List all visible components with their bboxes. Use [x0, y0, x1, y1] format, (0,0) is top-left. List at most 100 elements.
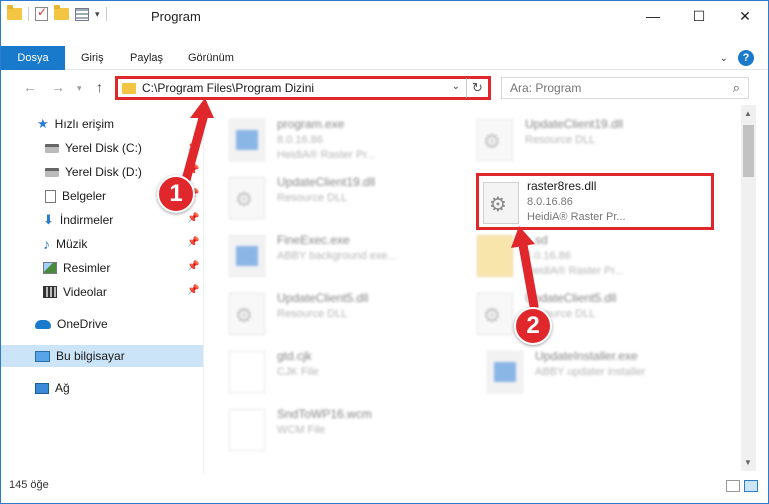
back-arrow-icon[interactable]: ← — [23, 79, 37, 95]
list-item[interactable]: UpdateClient19.dll Resource DLL — [471, 111, 711, 171]
star-icon: ★ — [37, 116, 49, 131]
address-path[interactable]: C:\Program Files\Program Dizini — [142, 81, 314, 95]
exe-file-icon — [229, 119, 265, 161]
sidebar-item-label: Videolar — [63, 285, 107, 299]
file-version: 8.0.16.86 — [277, 134, 323, 146]
file-name: UpdateClient19.dll — [277, 175, 376, 189]
search-icon: ⌕ — [732, 80, 740, 95]
pin-icon[interactable]: 📌 — [187, 237, 199, 248]
file-name: gtd.cjk — [277, 349, 312, 363]
file-description: ABBY updater installer — [535, 366, 646, 378]
pin-icon[interactable]: 📌 — [187, 141, 199, 152]
file-name: SndToWP16.wcm — [277, 407, 372, 421]
file-name: UpdateInstaller.exe — [535, 349, 638, 363]
file-type: CJK File — [277, 366, 319, 378]
pin-icon[interactable]: 📌 — [187, 213, 199, 224]
file-name: FineExec.exe — [277, 233, 350, 247]
window-controls: — ☐ ✕ — [630, 1, 768, 31]
address-bar[interactable]: C:\Program Files\Program Dizini ⌄ ↻ — [115, 76, 491, 100]
file-type: WCM File — [277, 424, 326, 436]
tiles-view-icon[interactable] — [744, 480, 758, 492]
list-item[interactable]: UpdateInstaller.exe ABBY updater install… — [481, 343, 721, 403]
properties-icon[interactable] — [75, 7, 89, 21]
exe-file-icon — [487, 351, 523, 393]
file-name: UpdateClient5.dll — [525, 291, 617, 305]
scroll-down-arrow-icon[interactable]: ▼ — [744, 458, 752, 467]
generic-file-icon — [229, 409, 265, 451]
tab-file[interactable]: Dosya — [1, 46, 65, 70]
details-view-icon[interactable] — [726, 480, 740, 492]
sidebar-item-network[interactable]: Ağ — [1, 377, 203, 399]
download-icon: ⬇ — [43, 212, 54, 227]
file-version: 8.0.16.86 — [525, 250, 571, 262]
pin-icon[interactable]: 📌 — [187, 165, 199, 176]
sidebar-item-this-pc[interactable]: Bu bilgisayar — [1, 345, 203, 367]
new-folder-icon[interactable] — [54, 5, 69, 20]
scrollbar-thumb[interactable] — [743, 125, 754, 177]
list-item[interactable]: SndToWP16.wcm WCM File — [223, 401, 463, 461]
search-input[interactable] — [502, 78, 712, 98]
list-item[interactable]: gtd.cjk CJK File — [223, 343, 463, 403]
pin-icon[interactable]: 📌 — [187, 285, 199, 296]
list-item[interactable]: ...sd 8.0.16.86 HeidiA® Raster Pr... — [471, 227, 711, 287]
help-button[interactable]: ? — [738, 50, 754, 66]
dll-file-icon — [229, 293, 265, 335]
properties-check-icon[interactable] — [35, 5, 48, 21]
file-type: Resource DLL — [277, 192, 348, 204]
file-name: UpdateClient5.dll — [277, 291, 369, 305]
pane-divider[interactable] — [203, 103, 204, 473]
address-dropdown-chevron-icon[interactable]: ⌄ — [452, 81, 460, 92]
sidebar-item-label: Bu bilgisayar — [56, 349, 125, 363]
ribbon-tabs: Dosya Giriş Paylaş Görünüm ⌄ ? — [1, 46, 768, 70]
list-item[interactable]: FineExec.exe ABBY background exe... — [223, 227, 463, 287]
folder-icon — [122, 83, 136, 94]
sidebar-item-videos[interactable]: Videolar 📌 — [1, 281, 203, 303]
sidebar-item-label: Müzik — [56, 237, 88, 251]
step-badge-1: 1 — [157, 175, 195, 213]
title-bar: ▾ Program — ☐ ✕ — [1, 1, 768, 32]
video-icon — [43, 286, 57, 298]
tab-view[interactable]: Görünüm — [188, 46, 234, 70]
recent-locations-chevron-icon[interactable]: ▾ — [77, 83, 82, 94]
computer-icon — [35, 350, 50, 362]
vertical-scrollbar[interactable]: ▲ ▼ — [741, 105, 756, 471]
drive-icon — [45, 143, 59, 153]
refresh-icon[interactable]: ↻ — [466, 78, 488, 98]
network-icon — [35, 382, 49, 394]
file-name: UpdateClient19.dll — [525, 117, 624, 131]
sidebar-item-music[interactable]: ♪ Müzik 📌 — [1, 233, 203, 255]
sidebar-item-pictures[interactable]: Resimler 📌 — [1, 257, 203, 279]
highlighted-file-raster8res[interactable]: raster8res.dll 8.0.16.86 HeidiA® Raster … — [476, 173, 714, 230]
list-item[interactable]: program.exe 8.0.16.86 HeidiA® Raster Pr.… — [223, 111, 463, 171]
file-description: HeidiA® Raster Pr... — [277, 149, 376, 161]
list-item[interactable]: UpdateClient5.dll Resource DLL — [223, 285, 463, 345]
list-item[interactable]: UpdateClient5.dll Resource DLL — [471, 285, 711, 345]
expand-ribbon-chevron-icon[interactable]: ⌄ — [720, 53, 728, 64]
sidebar-item-onedrive[interactable]: OneDrive — [1, 313, 203, 335]
close-button[interactable]: ✕ — [722, 1, 768, 31]
customize-toolbar-chevron-icon[interactable]: ▾ — [95, 9, 100, 20]
scroll-up-arrow-icon[interactable]: ▲ — [744, 109, 752, 118]
pin-icon[interactable]: 📌 — [187, 261, 199, 272]
sidebar-item-label: Hızlı erişim — [54, 117, 114, 131]
file-description: HeidiA® Raster Pr... — [527, 211, 626, 223]
dll-file-icon — [229, 177, 265, 219]
exe-file-icon — [229, 235, 265, 277]
up-arrow-icon[interactable]: ↑ — [96, 79, 103, 95]
quick-access-toolbar: ▾ — [7, 5, 107, 21]
search-box[interactable]: ⌕ — [501, 77, 749, 99]
toolbar-separator — [28, 7, 29, 21]
sidebar-item-label: Yerel Disk (D:) — [65, 165, 142, 179]
tab-home[interactable]: Giriş — [81, 46, 104, 70]
list-item[interactable]: UpdateClient19.dll Resource DLL — [223, 169, 463, 229]
sidebar-item-local-disk-c[interactable]: Yerel Disk (C:) 📌 — [1, 137, 203, 159]
forward-arrow-icon[interactable]: → — [51, 79, 65, 95]
file-version: 8.0.16.86 — [527, 196, 573, 208]
tab-share[interactable]: Paylaş — [130, 46, 163, 70]
sidebar-item-label: Ağ — [55, 381, 70, 395]
minimize-button[interactable]: — — [630, 1, 676, 31]
maximize-button[interactable]: ☐ — [676, 1, 722, 31]
navigation-pane: ★ Hızlı erişim Yerel Disk (C:) 📌 Yerel D… — [1, 111, 203, 471]
sidebar-item-quick-access[interactable]: ★ Hızlı erişim — [1, 113, 203, 135]
generic-file-icon — [229, 351, 265, 393]
